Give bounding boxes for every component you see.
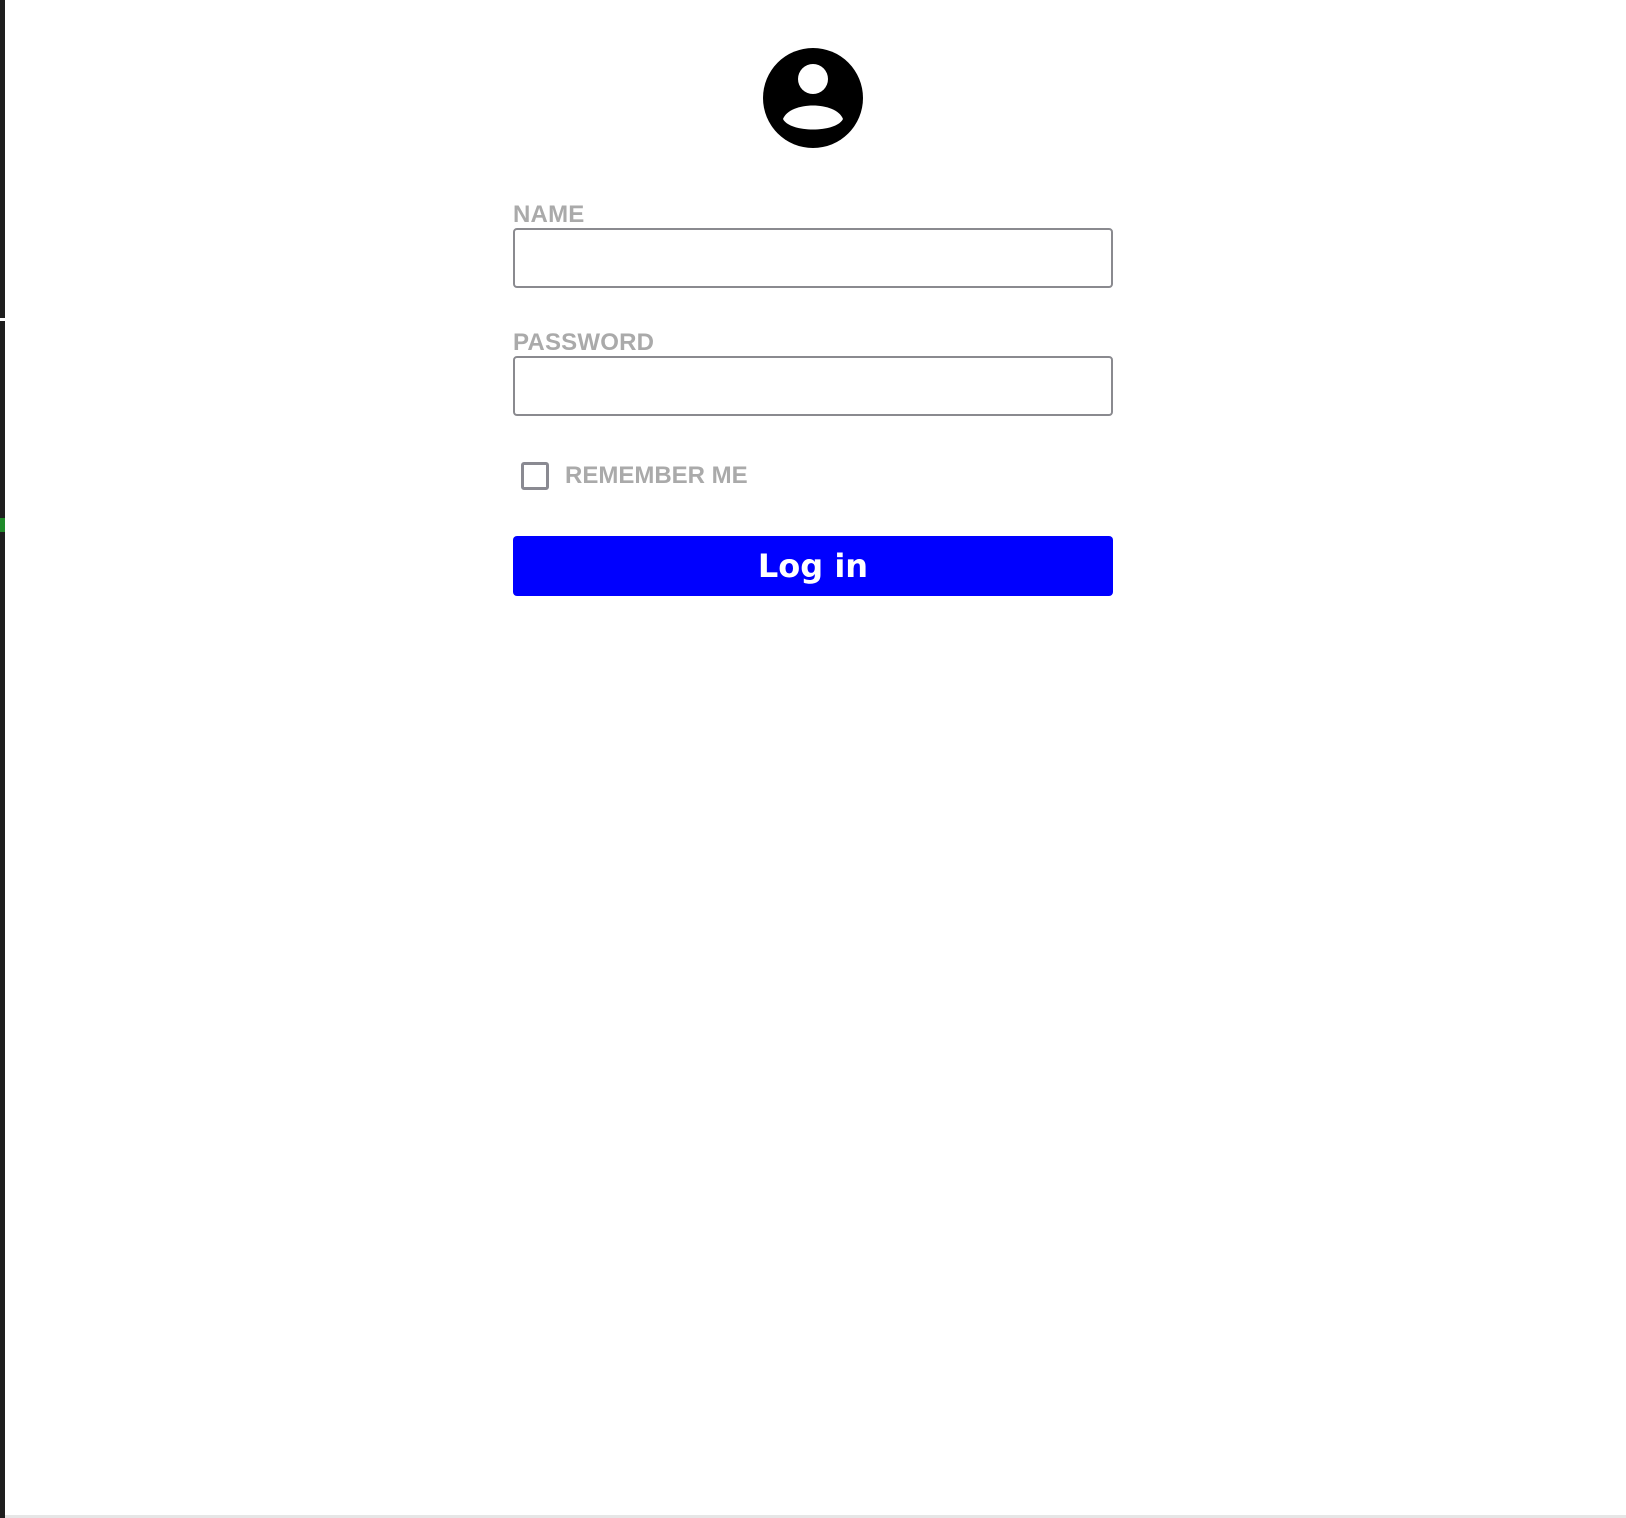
password-label: PASSWORD (513, 329, 655, 356)
login-button[interactable]: Log in (513, 536, 1113, 596)
remember-me-row: REMEMBER ME (521, 461, 748, 491)
window-left-edge-gap (0, 318, 5, 321)
login-page: NAME PASSWORD REMEMBER ME Log in (0, 0, 1626, 1518)
window-left-edge (0, 0, 5, 1518)
name-label: NAME (513, 201, 585, 228)
account-circle-icon (763, 48, 863, 148)
remember-me-label[interactable]: REMEMBER ME (565, 461, 748, 491)
password-input[interactable] (513, 356, 1113, 416)
window-left-edge-accent (0, 518, 5, 532)
remember-me-checkbox[interactable] (521, 462, 549, 490)
name-input[interactable] (513, 228, 1113, 288)
